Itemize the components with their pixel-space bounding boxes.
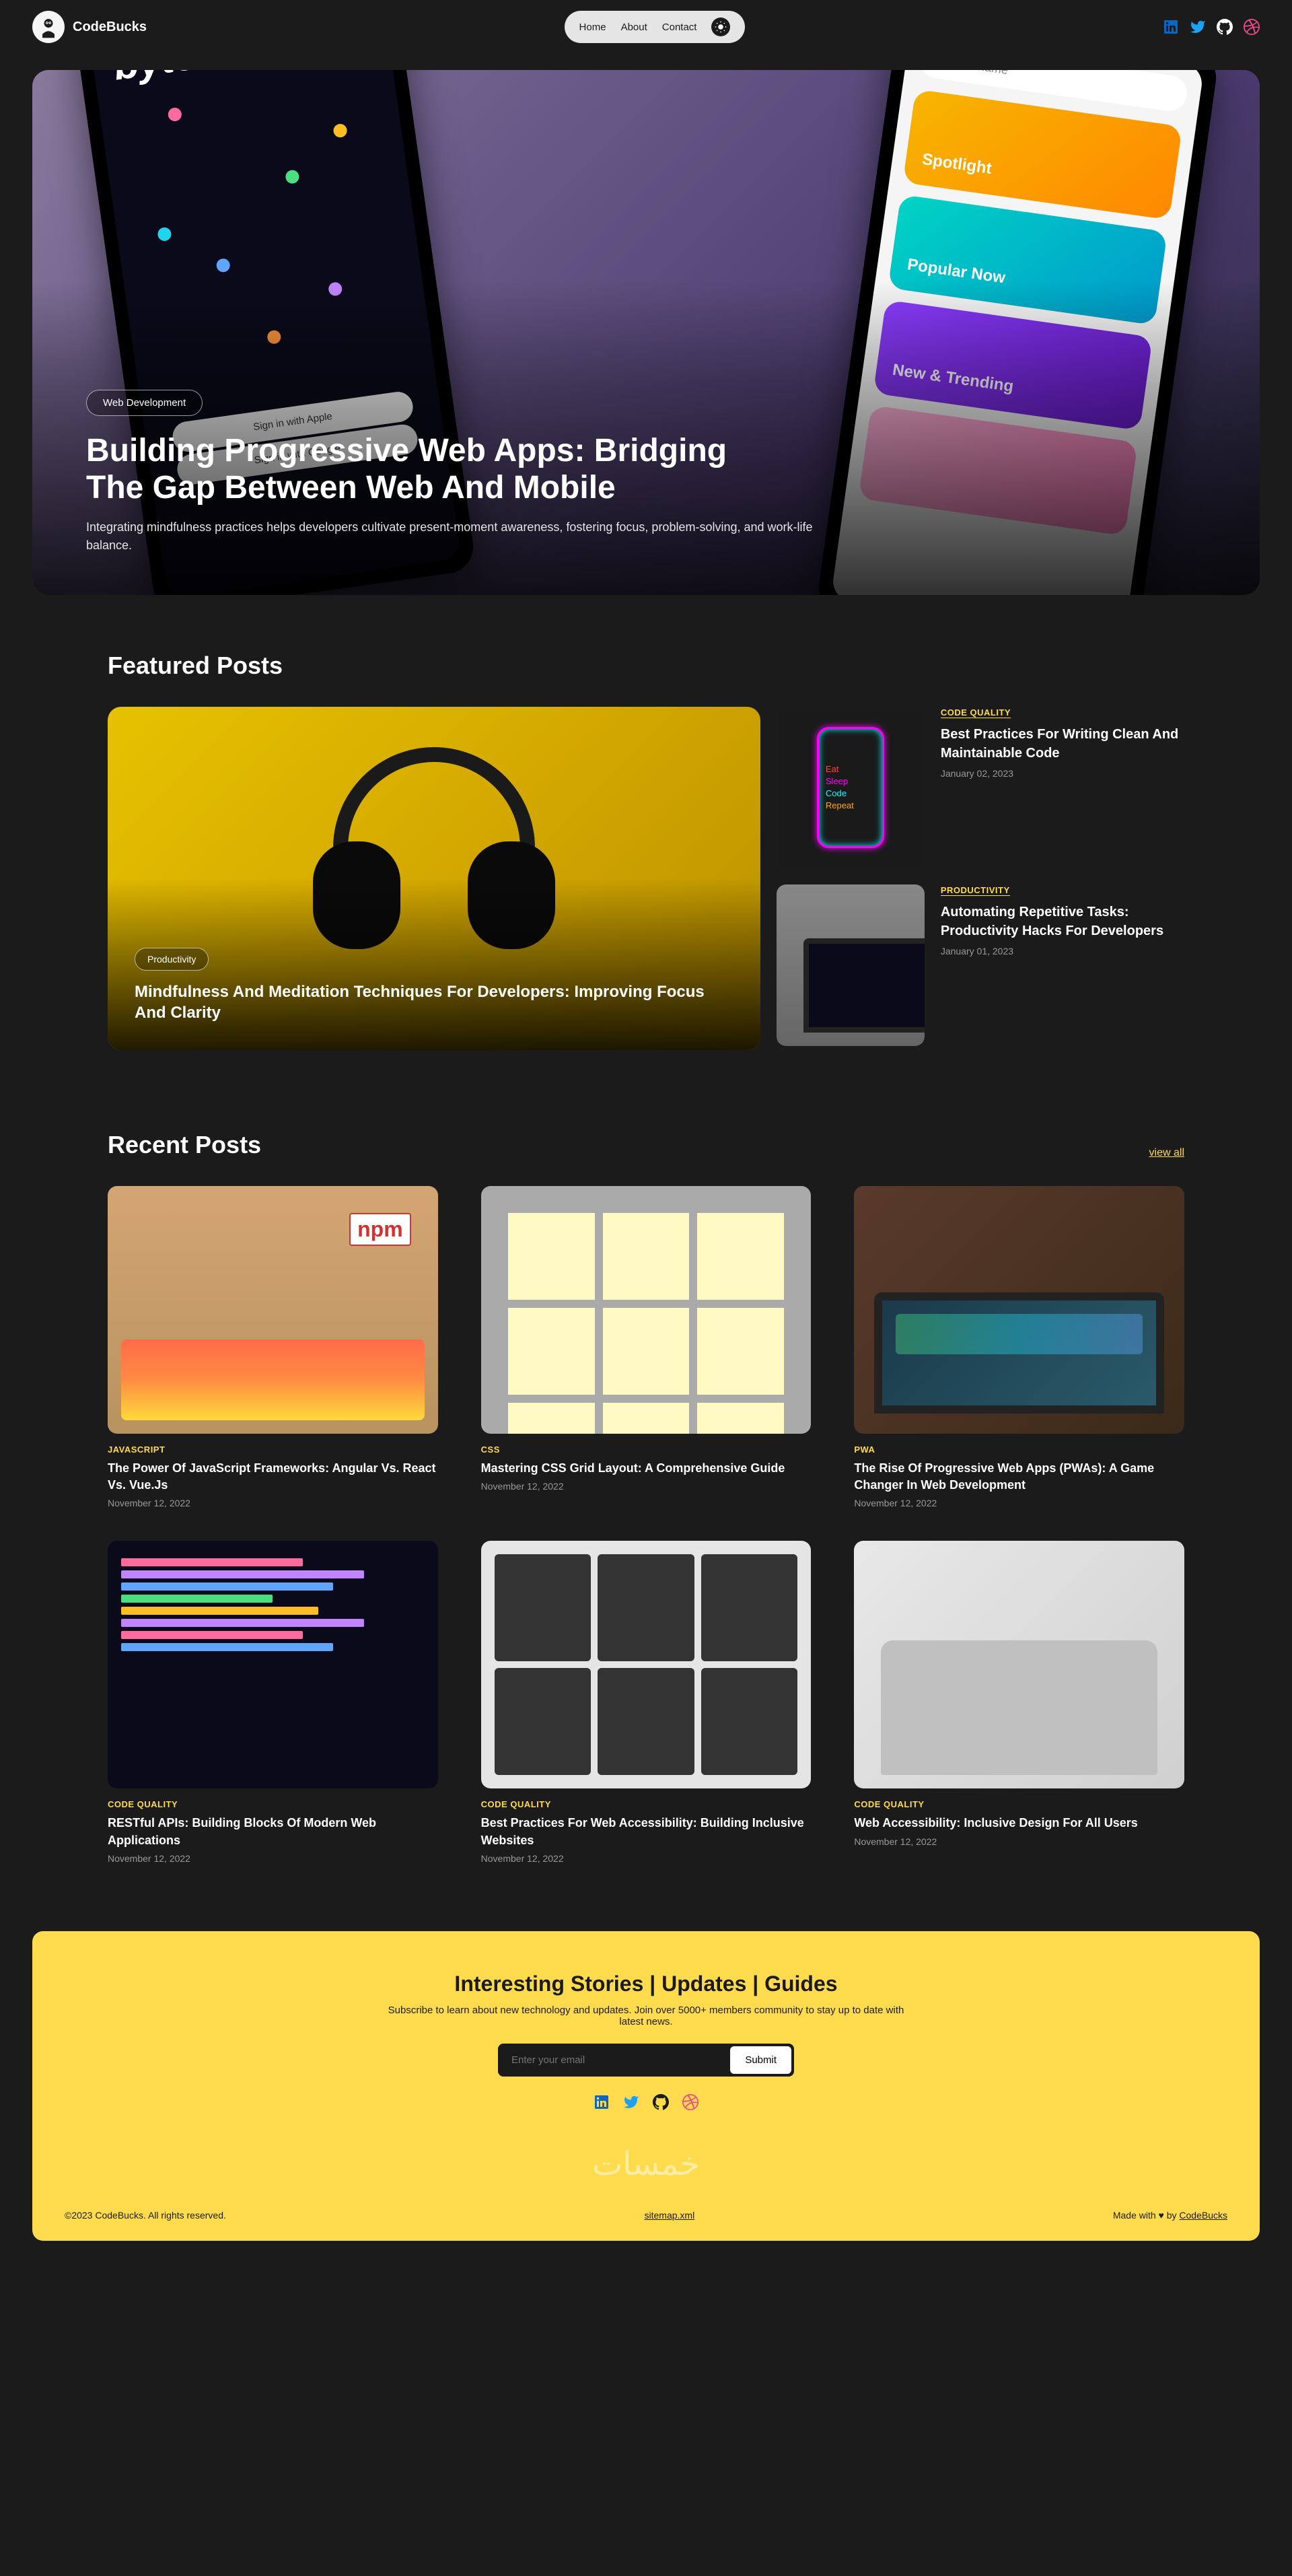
card-thumb (481, 1186, 812, 1434)
codebucks-credit-link[interactable]: CodeBucks (1179, 2210, 1227, 2221)
featured-side-item[interactable]: PRODUCTIVITY Automating Repetitive Tasks… (777, 884, 1184, 1046)
category-tag[interactable]: CODE QUALITY (854, 1799, 1184, 1809)
github-link[interactable] (1217, 19, 1233, 35)
github-icon (653, 2094, 669, 2110)
sitemap-link[interactable]: sitemap.xml (645, 2210, 695, 2221)
sun-icon (715, 21, 727, 33)
category-tag[interactable]: CODE QUALITY (481, 1799, 812, 1809)
email-input[interactable] (501, 2046, 730, 2074)
footer: Interesting Stories | Updates | Guides S… (32, 1931, 1260, 2241)
featured-heading: Featured Posts (108, 652, 1184, 680)
recent-section: Recent Posts view all npm JAVASCRIPT The… (0, 1090, 1292, 1904)
category-tag[interactable]: CODE QUALITY (108, 1799, 438, 1809)
post-date: January 01, 2023 (941, 946, 1184, 956)
post-title: Web Accessibility: Inclusive Design For … (854, 1815, 1184, 1832)
post-date: November 12, 2022 (854, 1836, 1184, 1847)
watermark: خمسات (65, 2145, 1227, 2183)
recent-card[interactable]: npm JAVASCRIPT The Power Of JavaScript F… (108, 1186, 438, 1508)
featured-thumb: Eat Sleep Code Repeat (777, 707, 925, 868)
category-tag[interactable]: JAVASCRIPT (108, 1444, 438, 1455)
recent-card[interactable]: CSS Mastering CSS Grid Layout: A Compreh… (481, 1186, 812, 1508)
nav-about[interactable]: About (621, 22, 647, 33)
post-title: Automating Repetitive Tasks: Productivit… (941, 903, 1184, 940)
twitter-link[interactable] (1190, 19, 1206, 35)
logo-link[interactable]: CodeBucks (32, 11, 147, 43)
card-thumb (854, 1541, 1184, 1788)
card-thumb (854, 1186, 1184, 1434)
made-with: Made with ♥ by CodeBucks (1113, 2210, 1227, 2221)
submit-button[interactable]: Submit (730, 2046, 791, 2074)
featured-section: Featured Posts Productivity Mindfulness … (0, 611, 1292, 1090)
featured-thumb (777, 884, 925, 1046)
linkedin-link[interactable] (592, 2093, 611, 2112)
featured-big-title: Mindfulness And Meditation Techniques Fo… (135, 981, 733, 1023)
nav-pill: Home About Contact (565, 11, 746, 43)
featured-big-card[interactable]: Productivity Mindfulness And Meditation … (108, 707, 760, 1050)
post-title: The Rise Of Progressive Web Apps (PWAs):… (854, 1460, 1184, 1494)
card-thumb: npm (108, 1186, 438, 1434)
post-title: The Power Of JavaScript Frameworks: Angu… (108, 1460, 438, 1494)
post-title: RESTful APIs: Building Blocks Of Modern … (108, 1815, 438, 1848)
view-all-link[interactable]: view all (1149, 1147, 1184, 1159)
post-title: Mastering CSS Grid Layout: A Comprehensi… (481, 1460, 812, 1477)
footer-socials (65, 2093, 1227, 2112)
dribbble-link[interactable] (681, 2093, 700, 2112)
post-title: Best Practices For Web Accessibility: Bu… (481, 1815, 812, 1848)
dribbble-icon (682, 2094, 698, 2110)
twitter-icon (623, 2094, 639, 2110)
category-tag[interactable]: CODE QUALITY (941, 707, 1011, 718)
post-title: Best Practices For Writing Clean And Mai… (941, 725, 1184, 763)
dribbble-link[interactable] (1244, 19, 1260, 35)
logo-avatar (32, 11, 65, 43)
recent-card[interactable]: CODE QUALITY Best Practices For Web Acce… (481, 1541, 812, 1863)
subscribe-form: Submit (498, 2044, 794, 2077)
copyright-text: ©2023 CodeBucks. All rights reserved. (65, 2210, 226, 2221)
category-tag[interactable]: CSS (481, 1444, 812, 1455)
header: CodeBucks Home About Contact (0, 0, 1292, 54)
footer-subtext: Subscribe to learn about new technology … (377, 2005, 915, 2027)
card-thumb (481, 1541, 812, 1788)
dribbble-icon (1244, 19, 1260, 35)
hero-title[interactable]: Building Progressive Web Apps: Bridging … (86, 432, 759, 506)
recent-card[interactable]: CODE QUALITY RESTful APIs: Building Bloc… (108, 1541, 438, 1863)
recent-card[interactable]: CODE QUALITY Web Accessibility: Inclusiv… (854, 1541, 1184, 1863)
card-thumb (108, 1541, 438, 1788)
theme-toggle-button[interactable] (711, 18, 730, 36)
recent-heading: Recent Posts (108, 1131, 261, 1159)
github-link[interactable] (651, 2093, 670, 2112)
post-date: January 02, 2023 (941, 768, 1184, 779)
linkedin-link[interactable] (1163, 19, 1179, 35)
recent-card[interactable]: PWA The Rise Of Progressive Web Apps (PW… (854, 1186, 1184, 1508)
nav-contact[interactable]: Contact (662, 22, 697, 33)
hero[interactable]: byte Sign in with Apple Sign in with Goo… (32, 70, 1260, 595)
post-date: November 12, 2022 (854, 1498, 1184, 1508)
logo-text: CodeBucks (73, 20, 147, 35)
twitter-icon (1190, 19, 1206, 35)
nav-home[interactable]: Home (579, 22, 606, 33)
post-date: November 12, 2022 (481, 1481, 812, 1492)
post-date: November 12, 2022 (108, 1498, 438, 1508)
footer-heading: Interesting Stories | Updates | Guides (65, 1972, 1227, 1996)
github-icon (1217, 19, 1233, 35)
linkedin-icon (594, 2094, 610, 2110)
hero-description: Integrating mindfulness practices helps … (86, 518, 826, 555)
post-date: November 12, 2022 (481, 1853, 812, 1864)
category-tag[interactable]: PRODUCTIVITY (941, 885, 1010, 896)
linkedin-icon (1163, 19, 1179, 35)
featured-big-tag[interactable]: Productivity (135, 948, 209, 971)
twitter-link[interactable] (622, 2093, 641, 2112)
header-socials (1163, 19, 1260, 35)
category-tag[interactable]: PWA (854, 1444, 1184, 1455)
hero-category-tag[interactable]: Web Development (86, 390, 203, 416)
featured-side-item[interactable]: Eat Sleep Code Repeat CODE QUALITY Best … (777, 707, 1184, 868)
post-date: November 12, 2022 (108, 1853, 438, 1864)
